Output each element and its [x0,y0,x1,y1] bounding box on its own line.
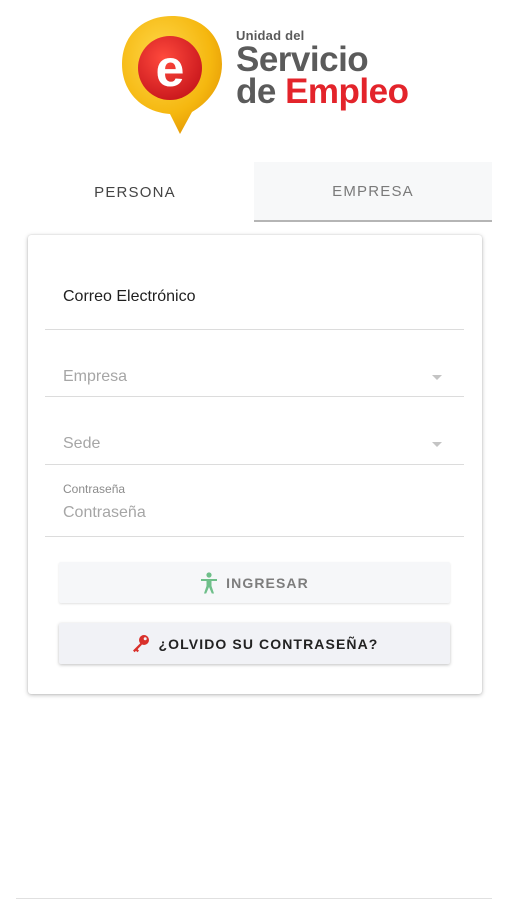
password-field[interactable]: Contraseña Contraseña [45,465,464,537]
email-field[interactable]: Correo Electrónico [45,235,464,330]
logo-line-3: de Empleo [236,72,409,111]
login-button-label: INGRESAR [226,574,309,591]
logo-text: Unidad del Servicio de Empleo [236,28,409,111]
forgot-password-button[interactable]: ¿OLVIDO SU CONTRASEÑA? [59,623,450,664]
login-card: Correo Electrónico Empresa Sede Contrase… [28,235,482,694]
password-label: Contraseña [63,482,126,496]
account-type-tabs: PERSONA EMPRESA [16,162,492,222]
logo-line-2: Servicio [236,40,369,79]
forgot-password-label: ¿OLVIDO SU CONTRASEÑA? [158,635,379,652]
tab-empresa[interactable]: EMPRESA [254,162,492,222]
logo-badge-icon: e [122,16,222,134]
sede-placeholder: Sede [63,435,101,452]
tab-persona[interactable]: PERSONA [16,162,254,222]
sede-chevron-down-icon [432,442,442,447]
bottom-divider [16,898,492,899]
key-icon [132,634,149,652]
sede-select[interactable]: Sede [45,397,464,465]
password-placeholder: Contraseña [63,504,146,521]
person-standing-icon [201,571,218,593]
empresa-select[interactable]: Empresa [45,330,464,397]
svg-text:e: e [156,40,185,98]
empresa-chevron-down-icon [432,375,442,380]
email-value: Correo Electrónico [63,288,196,305]
login-button[interactable]: INGRESAR [59,562,450,603]
logo: e Unidad del Servicio de Empleo [118,12,418,138]
empresa-placeholder: Empresa [63,368,128,385]
